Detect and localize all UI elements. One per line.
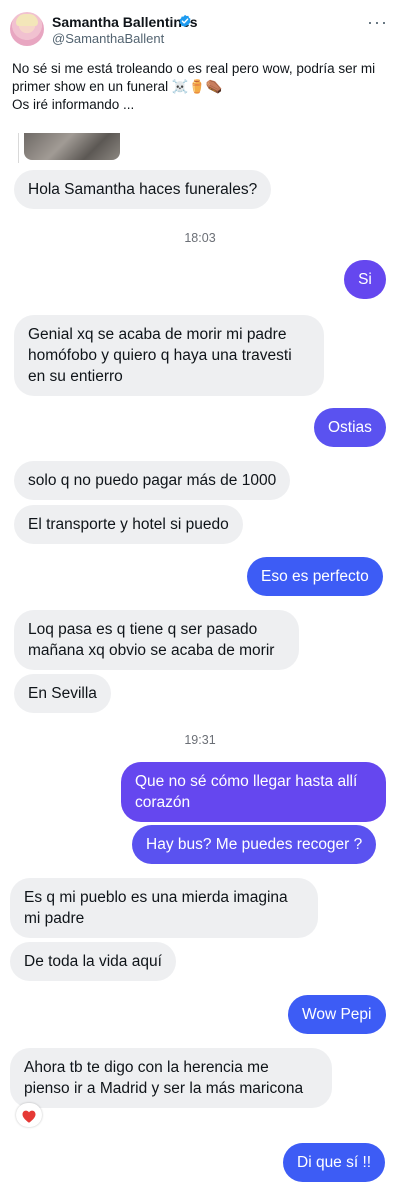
message-line: Ahora tb te digo con la herencia me [24,1059,269,1076]
message-line: Es q mi pueblo es una mierda imagina [24,889,288,906]
message-incoming: Loq pasa es q tiene q ser pasado mañana … [14,610,299,670]
message-incoming: solo q no puedo pagar más de 1000 [14,461,291,500]
message-incoming: El transporte y hotel si puedo [14,505,243,544]
message-line: mi padre [24,910,85,927]
message-incoming: Ahora tb te digo con la herencia me pien… [10,1048,332,1108]
message-line: pienso ir a Madrid y ser la más maricona [24,1080,304,1097]
message-outgoing: Ostias [314,408,386,447]
tweet-text: No sé si me está troleando o es real per… [12,60,392,114]
message-outgoing: Que no sé cómo llegar hasta allí corazón [121,762,386,822]
more-options-icon[interactable]: ··· [367,12,388,33]
message-incoming: Es q mi pueblo es una mierda imagina mi … [10,878,318,938]
message-line: en su entierro [28,368,123,385]
message-incoming: De toda la vida aquí [10,942,176,981]
author-name[interactable]: Samantha Ballentines [52,14,198,30]
message-line: mañana xq obvio se acaba de morir [28,642,275,659]
timestamp: 18:03 [184,231,216,245]
message-outgoing: Wow Pepi [288,995,386,1034]
message-line: homófobo y quiero q haya una travesti [28,347,292,364]
message-incoming: Genial xq se acaba de morir mi padre hom… [14,315,324,396]
message-line: Loq pasa es q tiene q ser pasado [28,621,258,638]
message-outgoing: Di que sí !! [283,1143,386,1182]
message-outgoing: Eso es perfecto [247,557,383,596]
heart-icon [22,1110,36,1123]
timestamp: 19:31 [184,733,216,747]
author-handle[interactable]: @SamanthaBallent [52,31,164,46]
reply-quote-rule [18,133,19,163]
tweet-text-line: primer show en un funeral ☠️⚱️⚰️ [12,79,223,94]
message-outgoing: Si [344,260,386,299]
verified-badge-icon [179,14,191,28]
tweet-text-line: Os iré informando ... [12,97,135,112]
message-line: corazón [135,794,191,811]
message-incoming: En Sevilla [14,674,111,713]
message-line: Que no sé cómo llegar hasta allí [135,773,358,790]
quoted-image-thumbnail [24,133,120,160]
message-line: Genial xq se acaba de morir mi padre [28,326,287,343]
message-outgoing: Hay bus? Me puedes recoger ? [132,825,377,864]
avatar[interactable] [10,12,44,46]
tweet-text-line: No sé si me está troleando o es real per… [12,61,376,76]
heart-reaction [16,1103,42,1127]
message-incoming: Hola Samantha haces funerales? [14,170,272,209]
